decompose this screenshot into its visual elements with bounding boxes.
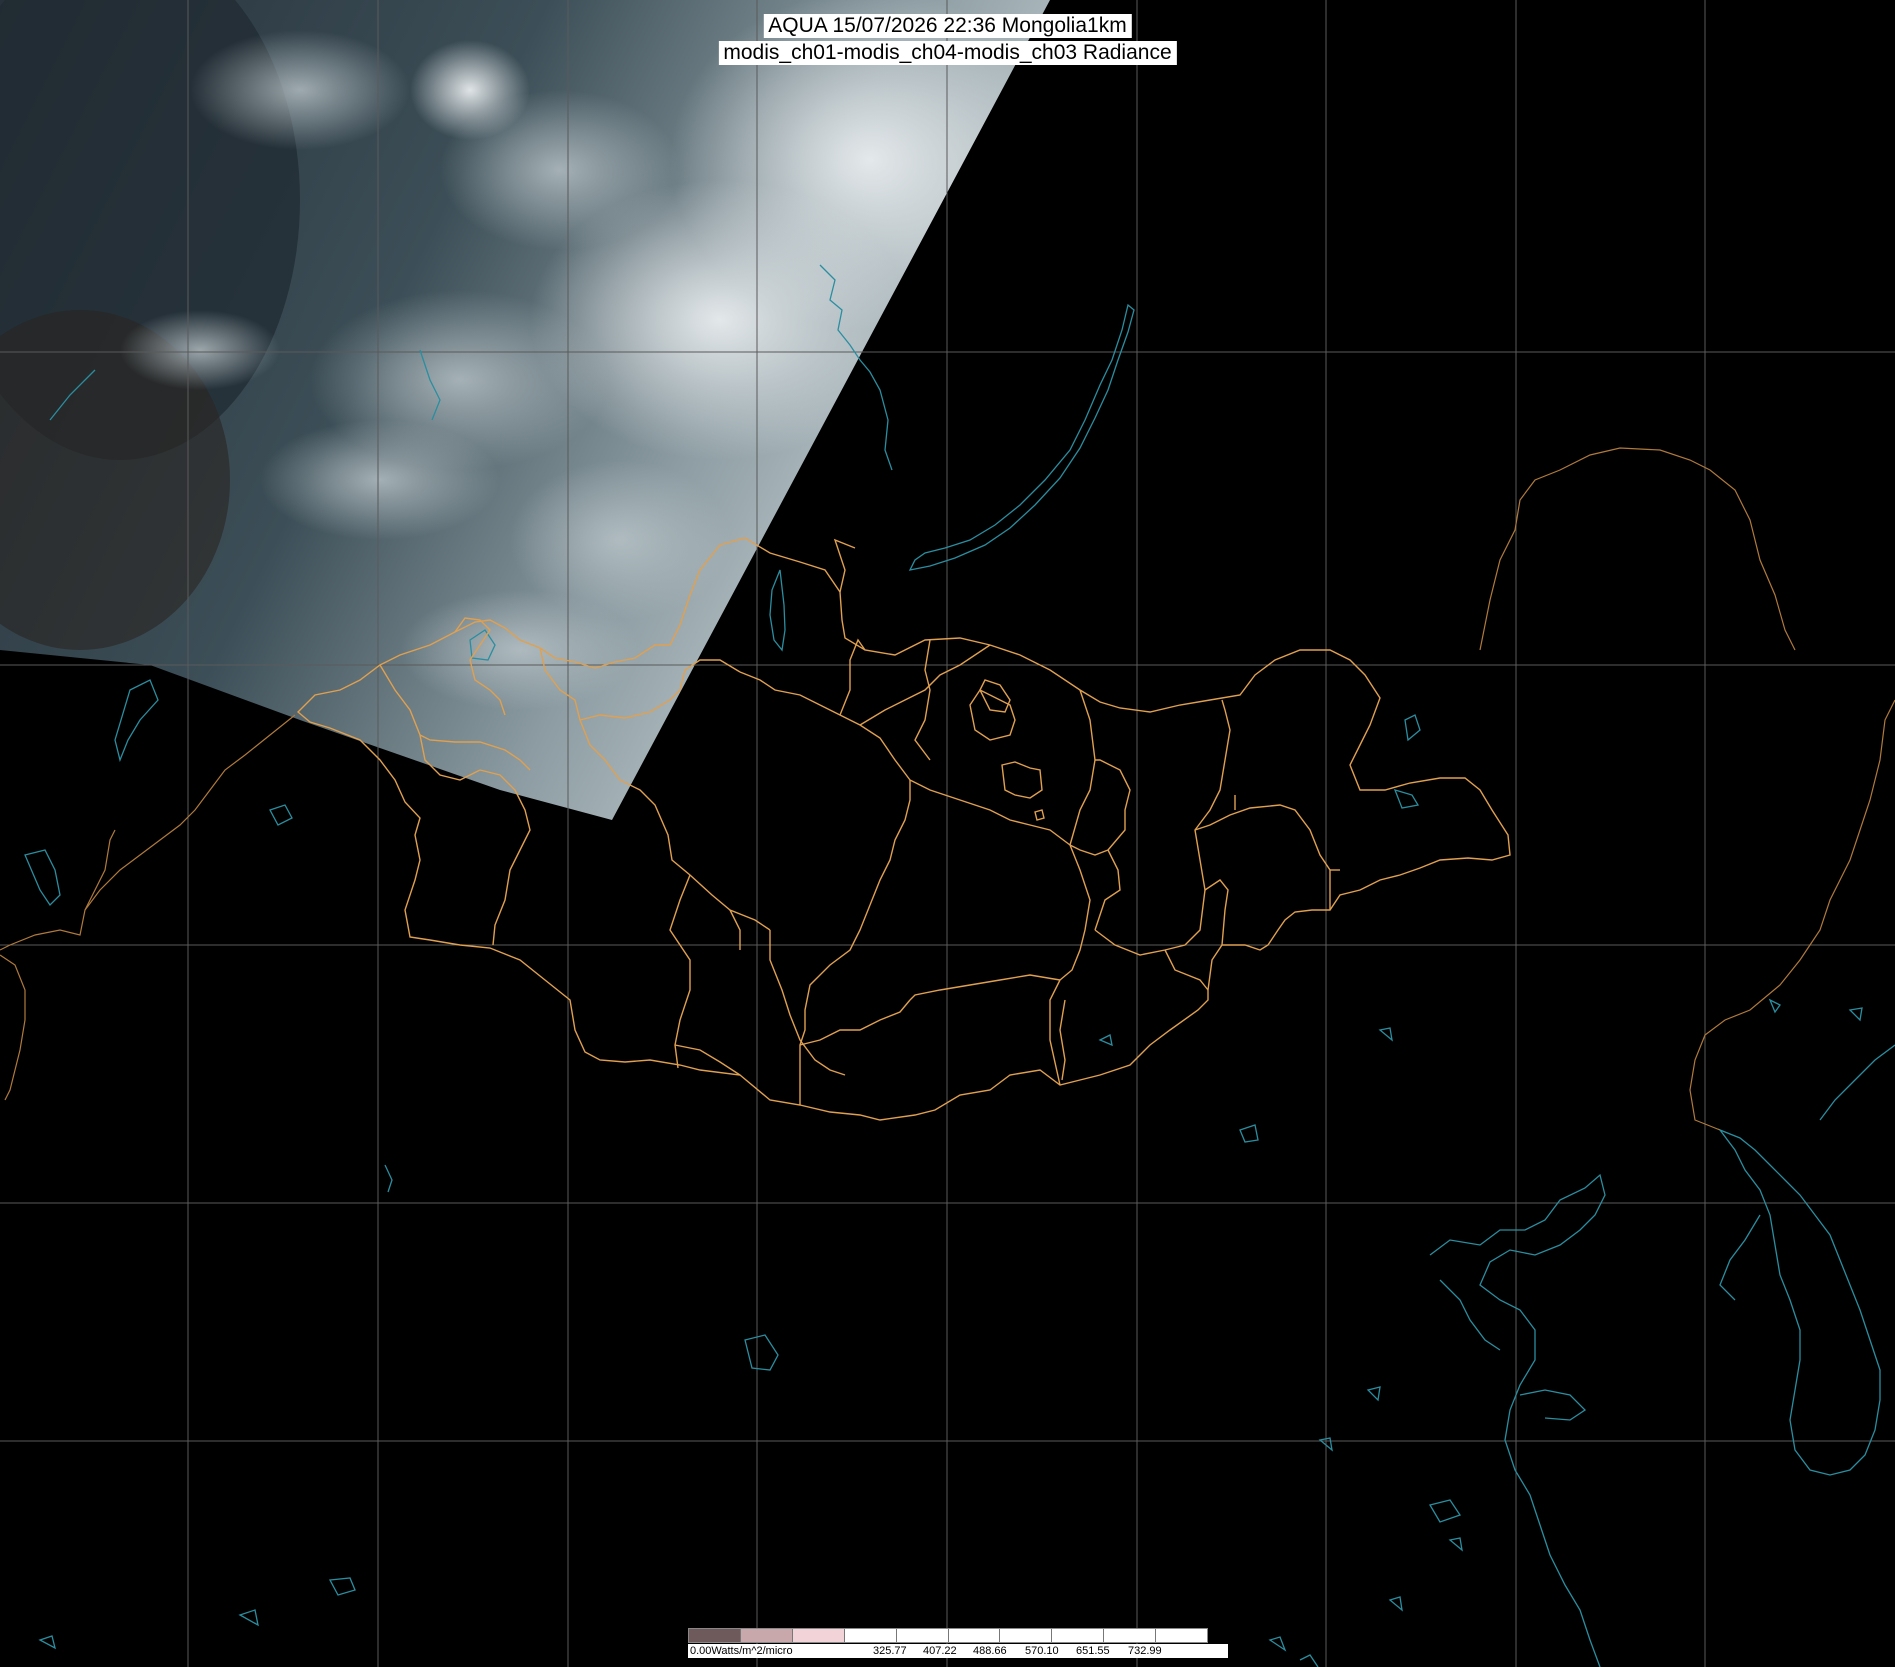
legend-swatch	[689, 1629, 741, 1642]
province-line-17	[914, 639, 931, 761]
province-line-18	[1059, 844, 1091, 981]
lake-dalai	[1393, 789, 1420, 809]
map-title-line-2: modis_ch01-modis_ch04-modis_ch03 Radianc…	[718, 41, 1177, 65]
russia-china-border-east	[1479, 447, 1796, 651]
province-line-2	[479, 769, 531, 946]
lake-ne-1	[1404, 714, 1421, 742]
province-line-6	[739, 671, 911, 781]
lake-scatter-9	[1388, 1596, 1403, 1612]
legend-tick-label: 651.55	[1076, 1645, 1110, 1657]
province-line-16	[909, 779, 1071, 846]
province-line-10	[729, 909, 741, 950]
lake-west-1	[114, 679, 159, 763]
legend-tick-label: 570.10	[1025, 1645, 1059, 1657]
province-inner-ulaanbaatar-2	[1001, 761, 1043, 799]
shandong	[1519, 1389, 1587, 1421]
legend-swatch	[896, 1629, 949, 1642]
province-line-8	[669, 874, 691, 1069]
lake-scatter-10	[328, 1577, 356, 1596]
map-title-line-1: AQUA 15/07/2026 22:36 Mongolia1km	[763, 14, 1132, 38]
province-inner-east	[833, 538, 856, 593]
lake-sw	[384, 1164, 393, 1193]
korea-west-coast	[1719, 1214, 1761, 1301]
lake-scatter-5	[1098, 1034, 1113, 1047]
lake-scatter-3	[1378, 1027, 1393, 1042]
legend-tick-label: 325.77	[873, 1645, 907, 1657]
lake-scatter-8	[1428, 1499, 1462, 1523]
legend-colorbar	[688, 1628, 1208, 1643]
province-line-20	[909, 974, 1061, 1001]
province-line-14	[799, 904, 871, 1105]
lake-baikal	[908, 303, 1135, 571]
china-inner-border	[84, 829, 116, 911]
lake-scatter-12	[38, 1635, 56, 1650]
radiance-legend: 0.00Watts/m^2/micro 325.77 407.22 488.66…	[688, 1628, 1228, 1658]
province-line-28	[1204, 879, 1229, 946]
lake-scatter-1	[1768, 998, 1781, 1014]
legend-tick-label: 732.99	[1128, 1645, 1162, 1657]
province-line-22	[1069, 844, 1109, 856]
lake-china-1	[744, 1334, 779, 1371]
lake-scatter-11	[238, 1609, 259, 1627]
province-line-19	[1049, 979, 1061, 1086]
province-line-25	[1094, 699, 1231, 956]
province-line-21	[1069, 689, 1096, 846]
lake-scatter-4	[1239, 1124, 1259, 1143]
satellite-swath	[0, 0, 1050, 820]
legend-swatch	[1156, 1629, 1208, 1642]
province-line-15	[799, 999, 911, 1046]
korea-peninsula	[1718, 1128, 1881, 1476]
lake-scatter-13	[1268, 1636, 1287, 1652]
province-line-13	[869, 780, 911, 906]
legend-swatch	[844, 1629, 897, 1642]
legend-swatch	[792, 1629, 845, 1642]
legend-swatch	[1104, 1629, 1157, 1642]
legend-start-label: 0.00Watts/m^2/micro	[690, 1645, 793, 1657]
province-line-29	[1164, 949, 1209, 991]
province-inner-small	[1034, 809, 1045, 821]
china-east-coast	[1429, 1173, 1606, 1667]
province-line-7	[769, 930, 846, 1076]
province-line-26	[1194, 804, 1331, 910]
satellite-map	[0, 0, 1895, 1667]
lake-scatter-15	[1448, 1537, 1463, 1552]
lake-west-3	[269, 804, 293, 826]
province-inner-ulaanbaatar-1	[979, 679, 1011, 713]
legend-labels: 0.00Watts/m^2/micro 325.77 407.22 488.66…	[688, 1644, 1228, 1658]
lake-scatter-7	[1366, 1386, 1381, 1402]
province-line-24	[1095, 759, 1131, 851]
lake-khovsgol	[769, 569, 786, 652]
province-line-11	[839, 638, 866, 716]
legend-swatch	[1000, 1629, 1053, 1642]
lake-west-2	[24, 849, 61, 907]
lake-scatter-2	[1848, 1007, 1863, 1022]
legend-tick-label: 407.22	[923, 1645, 957, 1657]
legend-tick-label: 488.66	[973, 1645, 1007, 1657]
bohai-bay	[1439, 1279, 1501, 1351]
province-line-23	[1094, 849, 1121, 931]
kazakhstan-border	[0, 714, 296, 951]
china-korea-border	[1689, 699, 1895, 1131]
legend-swatch	[1052, 1629, 1105, 1642]
kazakhstan-south	[0, 954, 26, 1101]
legend-swatch	[740, 1629, 793, 1642]
province-line-30	[1059, 999, 1066, 1081]
legend-swatch	[948, 1629, 1001, 1642]
province-line-12	[859, 644, 991, 726]
japan-sea-coast	[1819, 1044, 1895, 1121]
lake-scatter-14	[1299, 1654, 1319, 1667]
